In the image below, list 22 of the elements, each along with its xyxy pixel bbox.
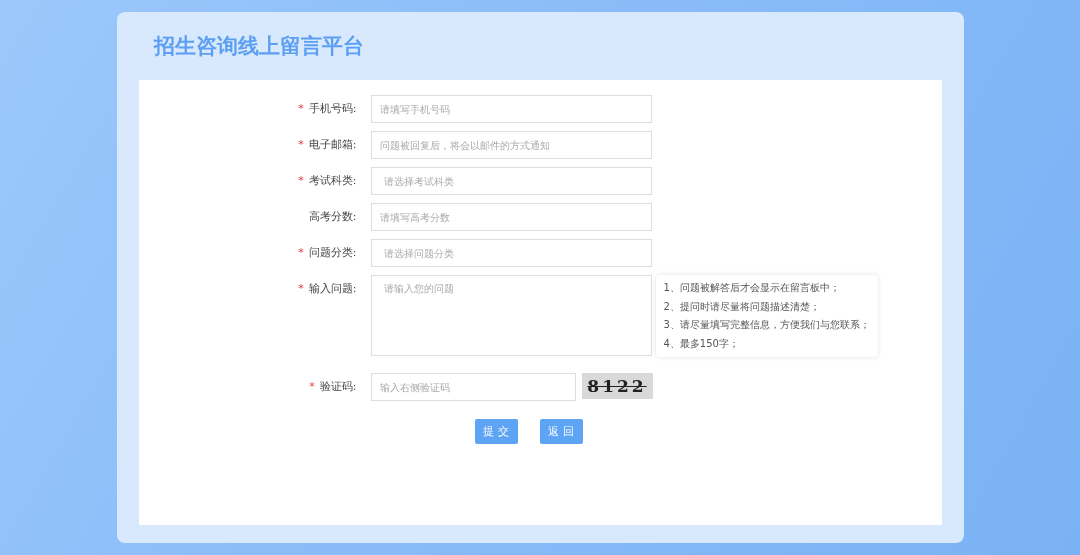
field-label: * 问题分类:	[297, 245, 358, 261]
field-label: * 考试科类:	[297, 173, 358, 189]
tip-text: 2、提问时请尽量将问题描述清楚；	[663, 299, 821, 314]
select-field[interactable]: 请选择问题分类	[370, 239, 652, 267]
input-field[interactable]: 请填写手机号码	[370, 95, 652, 123]
page-title: 招生咨询线上留言平台	[152, 33, 365, 60]
submit-button[interactable]: 提 交	[474, 419, 518, 444]
field-label: * 手机号码:	[297, 101, 358, 117]
input-field[interactable]: 请填写高考分数	[370, 203, 652, 231]
tip-text: 1、问题被解答后才会显示在留言板中；	[663, 281, 841, 295]
select-field[interactable]: 请选择考试科类	[370, 167, 652, 195]
tip-text: 4、最多150字；	[663, 336, 740, 351]
back-button[interactable]: 返 回	[539, 419, 583, 444]
field-label: * 验证码:	[308, 379, 358, 395]
field-label: * 输入问题:	[297, 281, 358, 297]
field-label: 高考分数:	[307, 209, 358, 225]
input-field[interactable]: 问题被回复后，将会以邮件的方式通知	[370, 131, 652, 159]
question-textarea[interactable]: 请输入您的问题	[370, 275, 652, 356]
field-label: * 电子邮箱:	[297, 137, 358, 153]
tip-text: 3、请尽量填写完整信息，方便我们与您联系；	[663, 318, 870, 332]
captcha-image[interactable]: 8122	[581, 373, 653, 399]
captcha-field[interactable]: 输入右侧验证码	[370, 373, 576, 401]
